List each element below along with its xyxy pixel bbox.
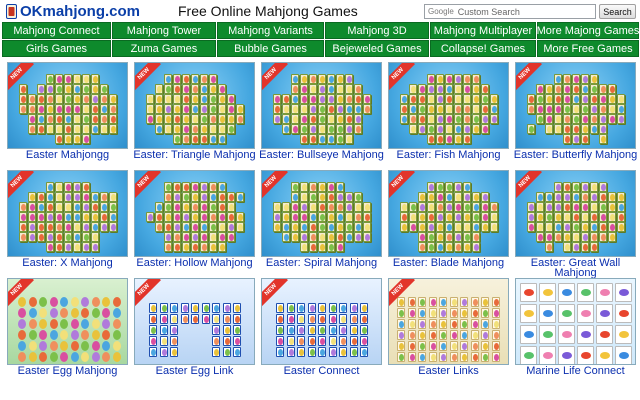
- thumbnail-image: [389, 171, 508, 256]
- thumbnail-image: [135, 171, 254, 256]
- nav-item-more-majong-games[interactable]: More Majong Games: [537, 22, 639, 39]
- thumbnail-image: [516, 63, 635, 148]
- game-thumbnail[interactable]: NEW: [388, 62, 509, 149]
- search-input[interactable]: [457, 6, 568, 17]
- thumbnail-image: [135, 63, 254, 148]
- search-brand-label: Google: [428, 7, 454, 16]
- game-title-link[interactable]: Easter Egg Mahjong: [1, 366, 134, 377]
- nav-item-mahjong-tower[interactable]: Mahjong Tower: [112, 22, 216, 39]
- game-thumbnail[interactable]: NEW: [388, 170, 509, 257]
- game-thumbnail[interactable]: NEW: [134, 170, 255, 257]
- game-title-link[interactable]: Easter: Hollow Mahjong: [128, 258, 261, 269]
- game-thumbnail[interactable]: NEW: [261, 62, 382, 149]
- game-title-link[interactable]: Easter: Spiral Mahjong: [255, 258, 388, 269]
- game-title-link[interactable]: Easter: Triangle Mahjong: [128, 150, 261, 161]
- logo-text: OKmahjong.com: [20, 2, 141, 20]
- game-thumbnail[interactable]: NEW: [7, 170, 128, 257]
- game-title-link[interactable]: Easter Links: [382, 366, 515, 377]
- game-thumbnail[interactable]: [515, 278, 636, 365]
- thumbnail-image: [516, 171, 635, 256]
- thumbnail-image: [135, 279, 254, 364]
- nav-item-mahjong-multiplayer[interactable]: Mahjong Multiplayer: [430, 22, 536, 39]
- thumbnail-image: [262, 63, 381, 148]
- nav-item-girls-games[interactable]: Girls Games: [2, 40, 111, 57]
- nav-item-mahjong-3d[interactable]: Mahjong 3D: [325, 22, 429, 39]
- mahjong-tile-icon: [6, 3, 17, 19]
- nav-item-collapse-games[interactable]: Collapse! Games: [430, 40, 536, 57]
- game-title-link[interactable]: Easter: X Mahjong: [1, 258, 134, 269]
- site-logo[interactable]: OKmahjong.com: [6, 2, 140, 20]
- thumbnail-image: [8, 171, 127, 256]
- thumbnail-image: [8, 279, 127, 364]
- game-thumbnail[interactable]: NEW: [515, 62, 636, 149]
- nav-item-mahjong-connect[interactable]: Mahjong Connect: [2, 22, 111, 39]
- thumbnail-image: [389, 63, 508, 148]
- search-button[interactable]: Search: [599, 4, 636, 19]
- thumbnail-image: [8, 63, 127, 148]
- game-title-link[interactable]: Easter: Fish Mahjong: [382, 150, 515, 161]
- nav-row-2: Girls Games Zuma Games Bubble Games Beje…: [2, 40, 639, 57]
- nav-item-mahjong-variants[interactable]: Mahjong Variants: [217, 22, 324, 39]
- nav-item-bejeweled-games[interactable]: Bejeweled Games: [325, 40, 429, 57]
- game-thumbnail[interactable]: NEW: [7, 62, 128, 149]
- game-title-link[interactable]: Easter Connect: [255, 366, 388, 377]
- game-title-link[interactable]: Easter: Bullseye Mahjong: [255, 150, 388, 161]
- game-thumbnail[interactable]: NEW: [134, 278, 255, 365]
- game-title-link[interactable]: Easter Egg Link: [128, 366, 261, 377]
- nav-item-zuma-games[interactable]: Zuma Games: [112, 40, 216, 57]
- game-thumbnail[interactable]: NEW: [515, 170, 636, 257]
- game-title-link[interactable]: Easter: Blade Mahjong: [382, 258, 515, 269]
- game-thumbnail[interactable]: NEW: [261, 278, 382, 365]
- thumbnail-image: [262, 171, 381, 256]
- thumbnail-image: [262, 279, 381, 364]
- game-title-link[interactable]: Easter Mahjongg: [1, 150, 134, 161]
- game-title-link[interactable]: Easter: Great Wall Mahjong: [509, 258, 640, 279]
- game-thumbnail[interactable]: NEW: [134, 62, 255, 149]
- nav-item-more-free-games[interactable]: More Free Games: [537, 40, 639, 57]
- thumbnail-image: [516, 279, 635, 364]
- header: OKmahjong.com Free Online Mahjong Games …: [0, 0, 640, 22]
- nav-row-1: Mahjong Connect Mahjong Tower Mahjong Va…: [2, 22, 639, 39]
- game-thumbnail[interactable]: NEW: [388, 278, 509, 365]
- nav-item-bubble-games[interactable]: Bubble Games: [217, 40, 324, 57]
- game-thumbnail[interactable]: NEW: [7, 278, 128, 365]
- thumbnail-image: [389, 279, 508, 364]
- search-box[interactable]: Google: [424, 4, 596, 19]
- game-title-link[interactable]: Easter: Butterfly Mahjong: [509, 150, 640, 161]
- game-title-link[interactable]: Marine Life Connect: [509, 366, 640, 377]
- game-thumbnail[interactable]: NEW: [261, 170, 382, 257]
- category-nav: Mahjong Connect Mahjong Tower Mahjong Va…: [2, 22, 639, 58]
- page-title: Free Online Mahjong Games: [178, 3, 358, 19]
